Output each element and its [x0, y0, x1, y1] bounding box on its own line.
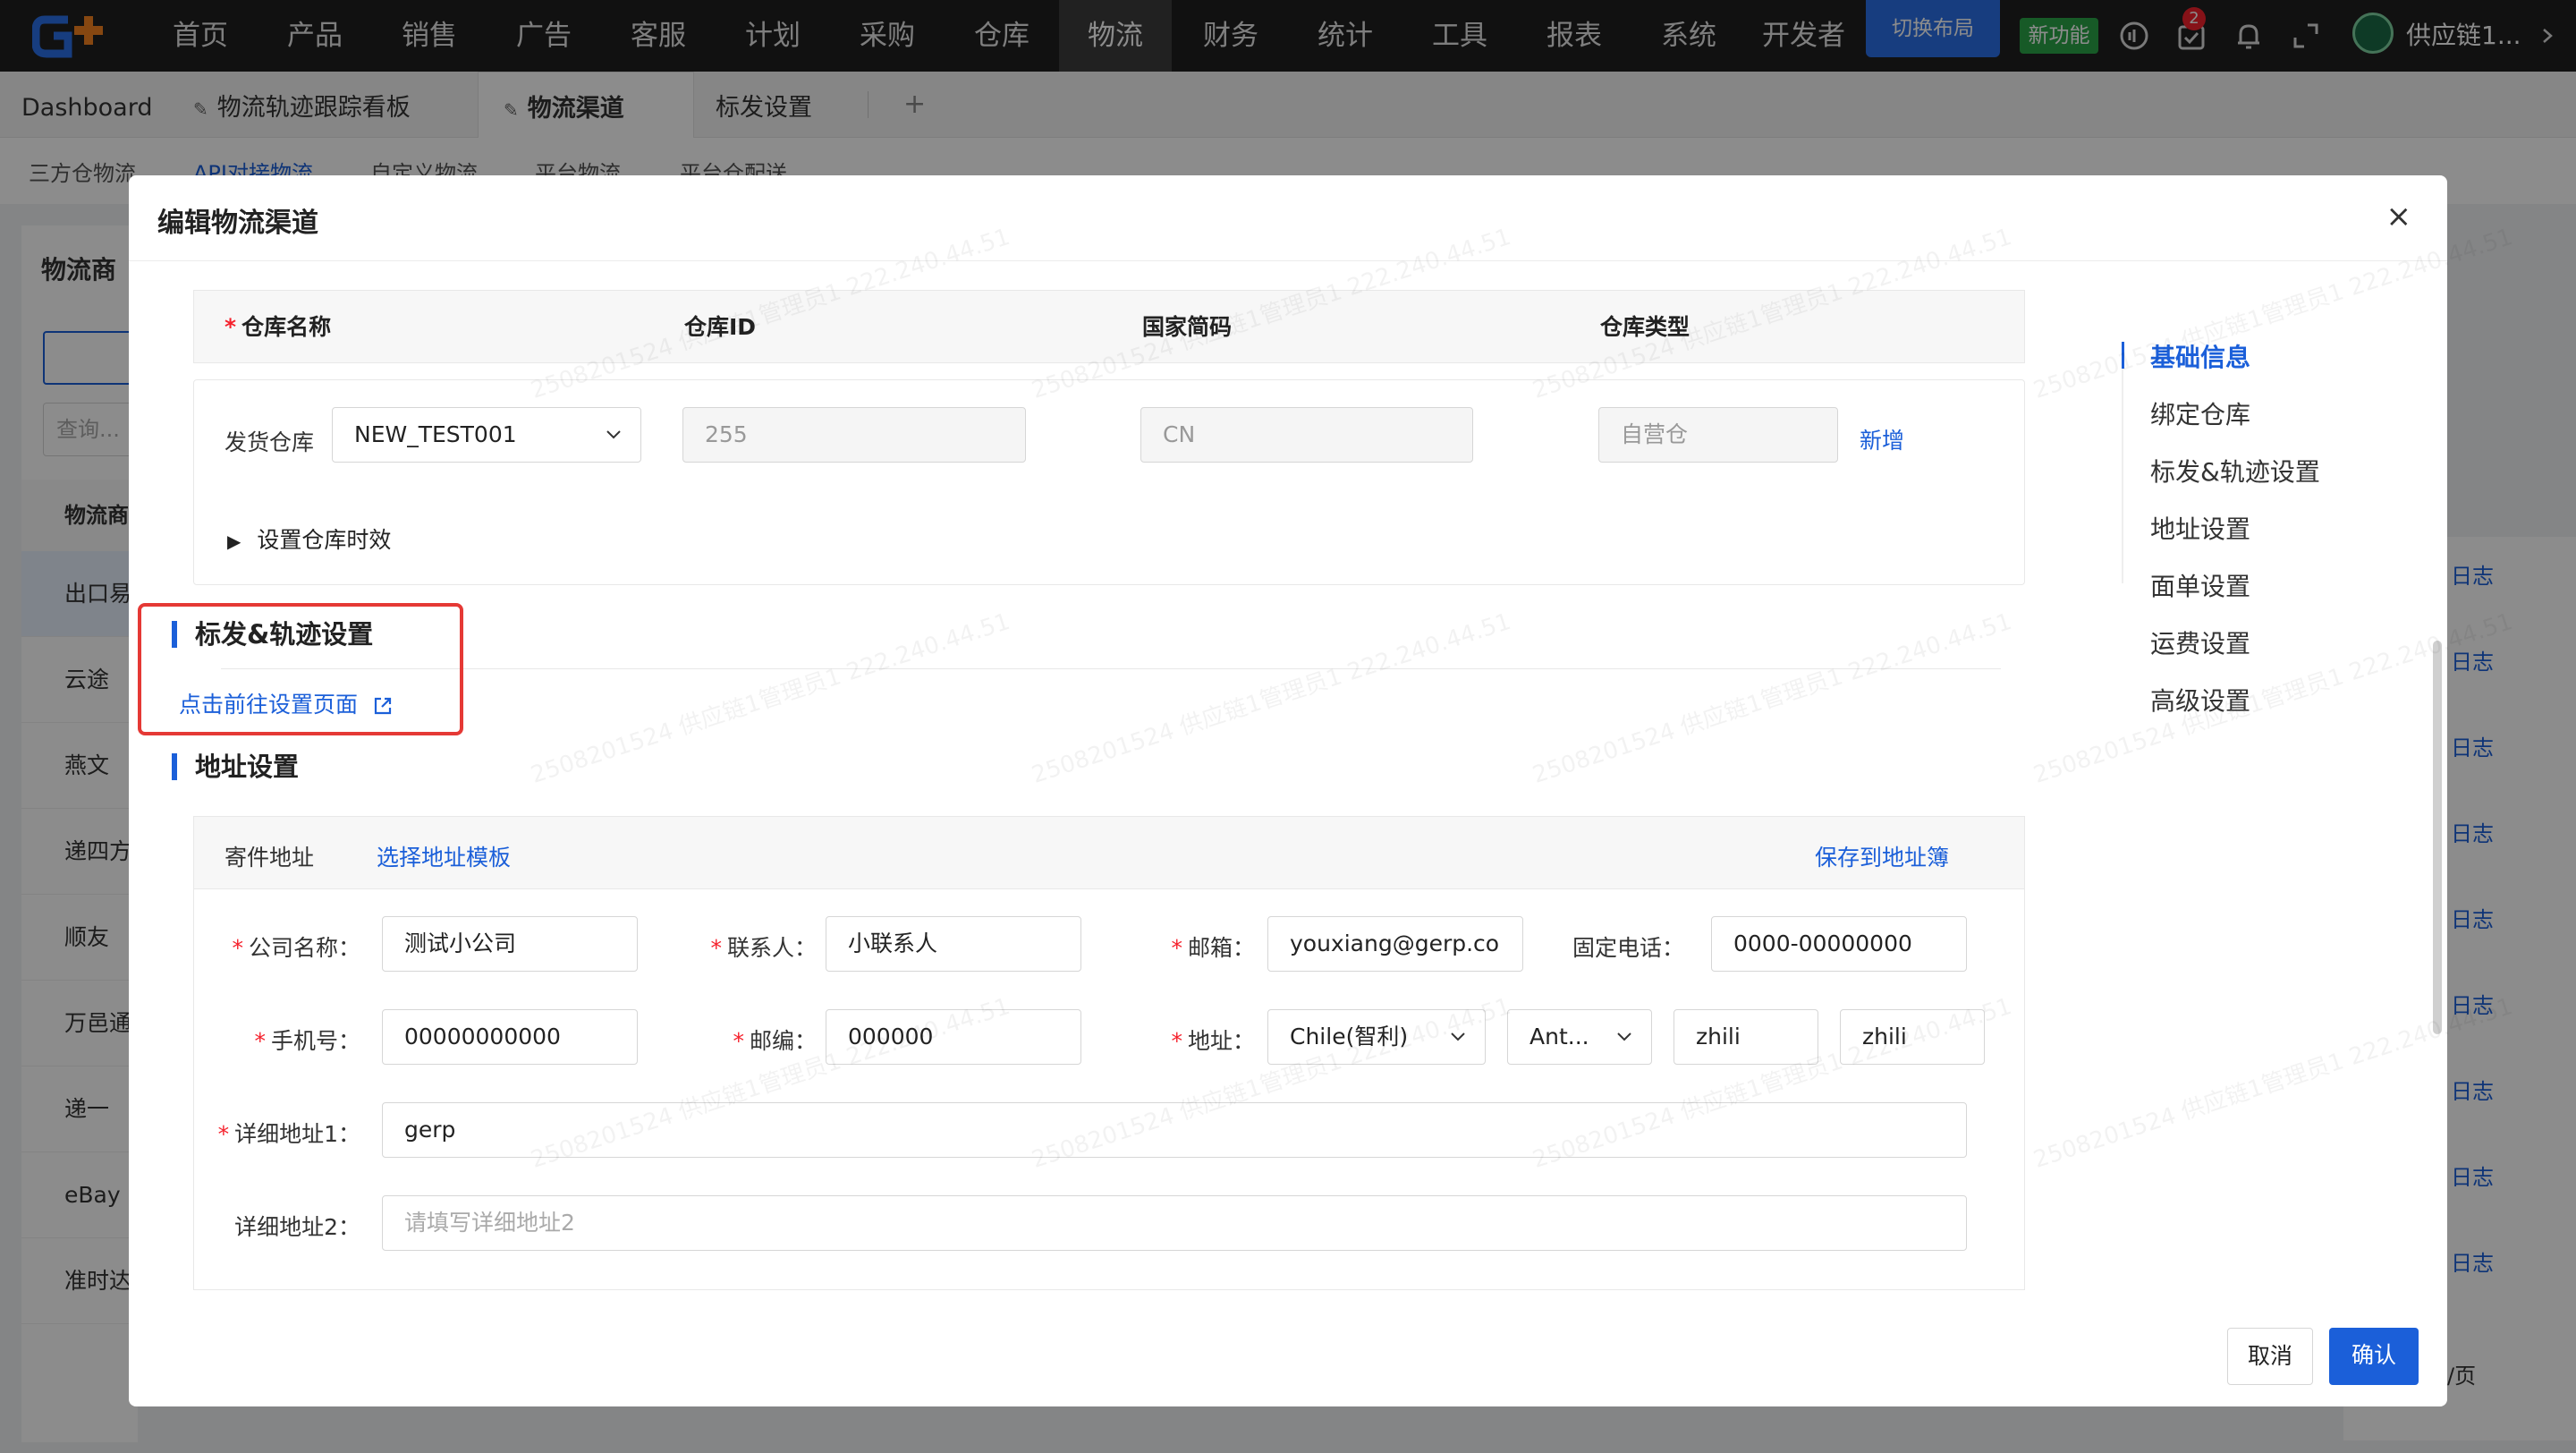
address-label: * 地址：: [1089, 1024, 1255, 1056]
email-input[interactable]: youxiang@gerp.co: [1267, 916, 1523, 972]
required-mark: *: [710, 935, 722, 961]
close-icon[interactable]: ×: [2386, 199, 2412, 234]
toggle-label: 设置仓库时效: [257, 527, 392, 553]
anchor-nav-indicator: [2122, 342, 2124, 369]
mobile-input[interactable]: 00000000000: [382, 1009, 638, 1065]
label-text: 详细地址1：: [234, 1121, 360, 1147]
modal-header: 编辑物流渠道 ×: [129, 175, 2447, 261]
add-warehouse-link[interactable]: 新增: [1860, 423, 1904, 455]
row-divider: [221, 668, 2001, 669]
detail-address1-label: * 详细地址1：: [194, 1117, 360, 1149]
anchor-address-settings[interactable]: 地址设置: [2150, 510, 2250, 546]
warehouse-timeliness-toggle[interactable]: ▶ 设置仓库时效: [227, 523, 391, 555]
mobile-label: * 手机号：: [194, 1024, 360, 1056]
required-mark: *: [1171, 1028, 1182, 1054]
warehouse-table-body: 发货仓库 NEW_TEST001 255 CN 自营仓 新增: [193, 379, 2025, 669]
confirm-button[interactable]: 确认: [2329, 1328, 2419, 1385]
label-text: 联系人：: [726, 935, 817, 961]
edit-channel-modal: 编辑物流渠道 × * 仓库名称 仓库ID 国家简码 仓库类型 发货仓库 NEW_T…: [129, 175, 2447, 1406]
required-mark: *: [733, 1028, 744, 1054]
required-mark: *: [254, 1028, 266, 1054]
warehouse-type-field: 自营仓: [1598, 407, 1838, 463]
required-mark: *: [225, 314, 237, 340]
label-text: 手机号：: [270, 1028, 360, 1054]
detail-address2-label: 详细地址2：: [234, 1214, 360, 1240]
required-mark: *: [217, 1121, 230, 1147]
required-mark: *: [232, 935, 243, 961]
select-value: Chile(智利): [1290, 1024, 1409, 1049]
country-select[interactable]: Chile(智利): [1267, 1009, 1486, 1065]
header-warehouse-id: 仓库ID: [684, 314, 757, 340]
anchor-tracking-settings[interactable]: 标发&轨迹设置: [2150, 453, 2320, 489]
header-country-code: 国家简码: [1142, 314, 1233, 340]
select-value: Ant...: [1530, 1024, 1589, 1049]
landline-input[interactable]: 0000-00000000: [1711, 916, 1967, 972]
zip-label: * 邮编：: [650, 1024, 817, 1056]
cancel-button[interactable]: 取消: [2227, 1328, 2313, 1385]
ship-warehouse-label: 发货仓库: [225, 429, 315, 455]
header-warehouse-type: 仓库类型: [1600, 314, 1690, 340]
email-label: * 邮箱：: [1089, 930, 1255, 963]
link-label: 点击前往设置页面: [179, 692, 359, 718]
warehouse-table-header: * 仓库名称 仓库ID 国家简码 仓库类型: [193, 290, 2025, 363]
region-select[interactable]: Ant...: [1507, 1009, 1652, 1065]
modal-scrollbar[interactable]: [2433, 641, 2442, 1034]
landline-label: 固定电话：: [1572, 935, 1684, 961]
external-link-icon: [374, 697, 392, 715]
select-value: NEW_TEST001: [354, 421, 517, 447]
chevron-down-icon: [606, 430, 621, 439]
modal-title: 编辑物流渠道: [157, 208, 318, 239]
chevron-down-icon: [1617, 1032, 1631, 1041]
address-section-title: 地址设置: [172, 753, 299, 780]
choose-address-template-link[interactable]: 选择地址模板: [377, 840, 511, 872]
anchor-nav-track: [2122, 342, 2123, 583]
label-text: 邮编：: [749, 1028, 817, 1054]
anchor-label-settings[interactable]: 面单设置: [2150, 567, 2250, 603]
required-mark: *: [1171, 935, 1182, 961]
sender-address-header: 寄件地址 选择地址模板 保存到地址簿: [193, 816, 2025, 889]
company-name-input[interactable]: 测试小公司: [382, 916, 638, 972]
detail-address2-input[interactable]: 请填写详细地址2: [382, 1195, 1967, 1251]
anchor-bind-warehouse[interactable]: 绑定仓库: [2150, 395, 2250, 431]
label-text: 公司名称：: [248, 935, 360, 961]
save-to-address-book-link[interactable]: 保存到地址簿: [1815, 840, 1949, 872]
anchor-freight-settings[interactable]: 运费设置: [2150, 625, 2250, 660]
header-warehouse-name: * 仓库名称: [225, 291, 331, 364]
warehouse-id-field: 255: [682, 407, 1026, 463]
warehouse-name-select[interactable]: NEW_TEST001: [332, 407, 641, 463]
sender-address-form: * 公司名称： 测试小公司 * 联系人： 小联系人 * 邮箱： youxiang@ge…: [193, 889, 2025, 1290]
zip-input[interactable]: 000000: [826, 1009, 1081, 1065]
caret-right-icon: ▶: [227, 531, 242, 552]
detail-address1-input[interactable]: gerp: [382, 1102, 1967, 1158]
header-label: 仓库名称: [242, 314, 332, 340]
sender-address-label: 寄件地址: [225, 845, 315, 871]
label-text: 邮箱：: [1187, 935, 1255, 961]
anchor-basic-info[interactable]: 基础信息: [2150, 338, 2250, 374]
go-to-settings-link[interactable]: 点击前往设置页面: [179, 687, 394, 719]
company-name-label: * 公司名称：: [194, 930, 360, 963]
contact-label: * 联系人：: [650, 930, 817, 963]
chevron-down-icon: [1451, 1032, 1465, 1041]
city-input[interactable]: zhili: [1674, 1009, 1818, 1065]
tracking-section-title: 标发&轨迹设置: [172, 621, 373, 648]
contact-input[interactable]: 小联系人: [826, 916, 1081, 972]
country-code-field: CN: [1140, 407, 1473, 463]
district-input[interactable]: zhili: [1840, 1009, 1985, 1065]
label-text: 地址：: [1187, 1028, 1255, 1054]
anchor-advanced-settings[interactable]: 高级设置: [2150, 682, 2250, 718]
